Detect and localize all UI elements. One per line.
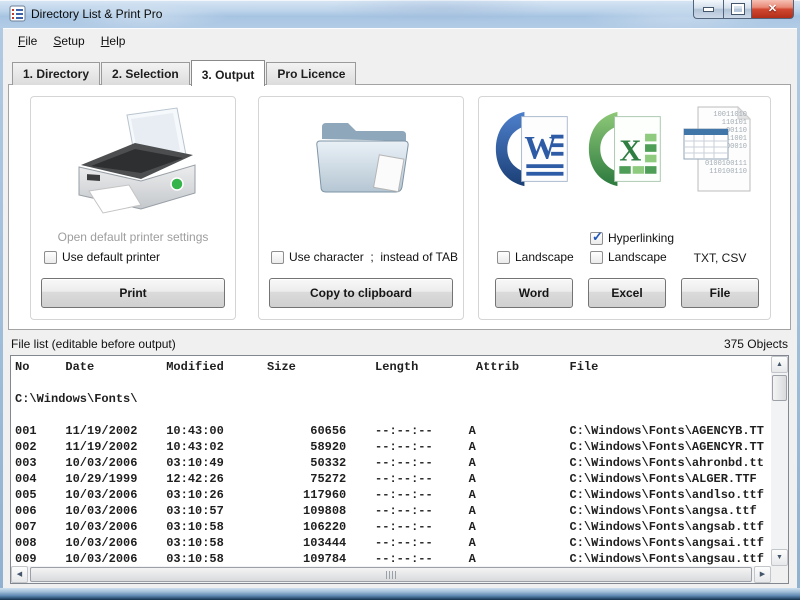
tab-pro-licence[interactable]: Pro Licence xyxy=(266,62,357,85)
maximize-button[interactable] xyxy=(723,0,752,19)
arrow-up-icon: ▲ xyxy=(776,361,783,368)
svg-text:0100100111: 0100100111 xyxy=(705,160,747,168)
window-title: Directory List & Print Pro xyxy=(31,7,163,21)
file-list-label: File list (editable before output) xyxy=(11,337,176,351)
scroll-up-button[interactable]: ▲ xyxy=(771,356,788,373)
printer-icon xyxy=(78,107,196,214)
excel-landscape-row: Landscape xyxy=(590,250,667,264)
file-list-bar: File list (editable before output) 375 O… xyxy=(11,334,788,354)
excel-icon: X xyxy=(588,111,661,187)
scroll-right-button[interactable]: ▶ xyxy=(754,566,771,583)
output-tab-panel: Open default printer settings Use defaul… xyxy=(8,84,791,330)
arrow-right-icon: ▶ xyxy=(759,571,766,578)
menu-help[interactable]: Help xyxy=(93,31,134,51)
file-button[interactable]: File xyxy=(681,278,759,308)
hyperlinking-label: Hyperlinking xyxy=(608,231,675,245)
file-list-area: No Date Modified Size Length Attrib File… xyxy=(10,355,789,584)
use-default-printer-label: Use default printer xyxy=(62,250,161,264)
minimize-icon xyxy=(704,7,713,11)
menu-bar: File Setup Help xyxy=(3,29,797,52)
window-controls: ✕ xyxy=(693,0,794,19)
excel-landscape-checkbox[interactable] xyxy=(590,250,603,264)
tab-selection[interactable]: 2. Selection xyxy=(101,62,190,85)
use-default-printer-row: Use default printer xyxy=(44,250,160,264)
vertical-scrollbar[interactable]: ▲ ▼ xyxy=(771,356,788,566)
window-content: File Setup Help 1. Directory 2. Selectio… xyxy=(3,28,797,588)
use-default-printer-checkbox[interactable] xyxy=(44,250,57,264)
svg-text:00010: 00010 xyxy=(726,143,747,151)
object-count: 375 Objects xyxy=(723,337,788,351)
export-group: W X 10011010 110101 00110 11001 00010 01… xyxy=(478,96,771,320)
svg-text:00110: 00110 xyxy=(726,127,747,135)
use-semicolon-label: Use character ; instead of TAB xyxy=(289,250,458,264)
window-bottom-border xyxy=(0,588,800,600)
file-formats-label: TXT, CSV xyxy=(693,251,747,265)
hyperlinking-row: Hyperlinking xyxy=(590,229,675,245)
maximize-icon xyxy=(731,4,744,14)
use-semicolon-checkbox[interactable] xyxy=(271,250,284,264)
scroll-down-button[interactable]: ▼ xyxy=(771,549,788,566)
tab-strip: 1. Directory 2. Selection 3. Output Pro … xyxy=(12,59,357,86)
vertical-scroll-thumb[interactable] xyxy=(772,375,787,401)
svg-text:11001: 11001 xyxy=(726,135,747,143)
svg-text:110100110: 110100110 xyxy=(709,168,747,176)
file-listing[interactable]: No Date Modified Size Length Attrib File… xyxy=(11,356,771,566)
scrollbar-corner xyxy=(771,566,788,583)
close-icon: ✕ xyxy=(767,2,778,15)
excel-landscape-label: Landscape xyxy=(608,250,667,264)
minimize-button[interactable] xyxy=(693,0,723,19)
print-group: Open default printer settings Use defaul… xyxy=(30,96,236,320)
svg-text:10011010: 10011010 xyxy=(713,111,747,119)
tab-directory[interactable]: 1. Directory xyxy=(12,62,101,85)
horizontal-scrollbar[interactable]: ◀ ▶ xyxy=(11,566,771,583)
horizontal-scroll-thumb[interactable] xyxy=(30,567,752,582)
svg-text:X: X xyxy=(619,133,641,167)
title-bar: Directory List & Print Pro ✕ xyxy=(0,0,800,28)
word-icon: W xyxy=(495,111,568,187)
print-button[interactable]: Print xyxy=(41,278,225,308)
scroll-left-button[interactable]: ◀ xyxy=(11,566,28,583)
arrow-left-icon: ◀ xyxy=(16,571,23,578)
close-button[interactable]: ✕ xyxy=(752,0,794,19)
word-landscape-label: Landscape xyxy=(515,250,574,264)
svg-text:110101: 110101 xyxy=(722,119,747,127)
app-window: Directory List & Print Pro ✕ File Setup … xyxy=(0,0,800,600)
word-button[interactable]: Word xyxy=(495,278,573,308)
menu-file[interactable]: File xyxy=(10,31,45,51)
folder-icon xyxy=(316,123,409,193)
tab-output[interactable]: 3. Output xyxy=(190,60,266,86)
word-landscape-row: Landscape xyxy=(497,250,574,264)
copy-to-clipboard-button[interactable]: Copy to clipboard xyxy=(269,278,453,308)
word-landscape-checkbox[interactable] xyxy=(497,250,510,264)
clipboard-group: Use character ; instead of TAB Copy to c… xyxy=(258,96,464,320)
menu-setup[interactable]: Setup xyxy=(45,31,92,51)
excel-button[interactable]: Excel xyxy=(588,278,666,308)
hyperlinking-checkbox[interactable] xyxy=(590,229,603,245)
arrow-down-icon: ▼ xyxy=(776,554,783,561)
file-txt-csv-icon: 10011010 110101 00110 11001 00010 010010… xyxy=(683,105,752,192)
separator-char-row: Use character ; instead of TAB xyxy=(271,250,458,264)
app-icon xyxy=(9,5,26,22)
thumb-grip-icon xyxy=(386,570,396,579)
printer-settings-hint: Open default printer settings xyxy=(57,230,209,244)
